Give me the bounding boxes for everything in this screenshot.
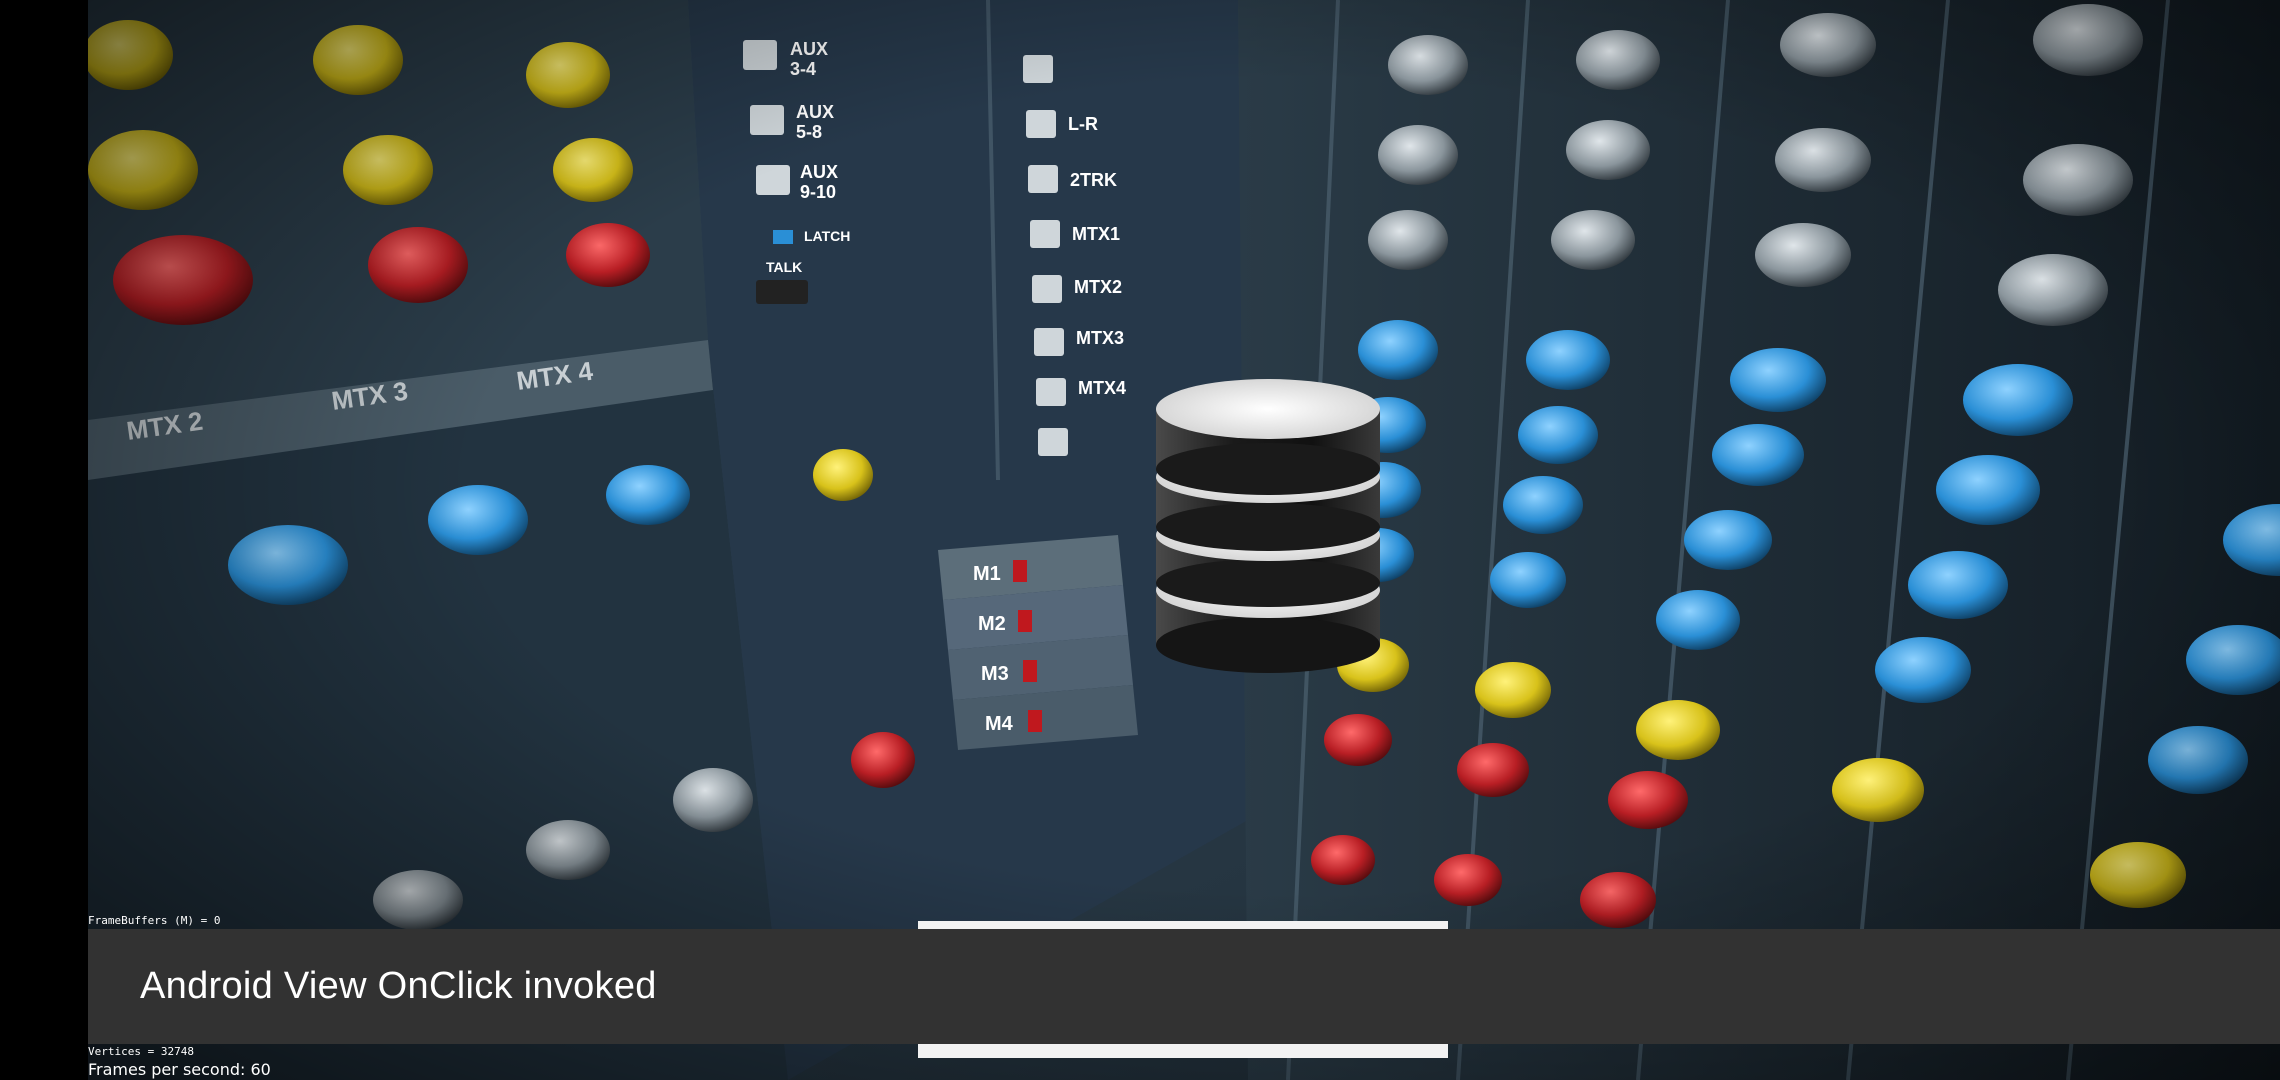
framebuffers-debug-text: FrameBuffers (M) = 0 (88, 914, 221, 927)
fps-counter-text: Frames per second: 60 (88, 1060, 271, 1079)
vertices-debug-text: Vertices = 32748 (88, 1045, 194, 1058)
snackbar-message: Android View OnClick invoked (140, 965, 657, 1007)
left-letterbox (0, 0, 88, 1080)
stacked-disks-3d-icon (1156, 379, 1380, 673)
toast-top-edge (918, 921, 1448, 929)
snackbar: Android View OnClick invoked (88, 929, 2280, 1044)
gl-scene-view[interactable]: AUX3-4 AUX5-8 AUX9-10 LATCH TALK L-R 2TR… (88, 0, 2280, 1080)
toast-bottom-edge (918, 1044, 1448, 1058)
